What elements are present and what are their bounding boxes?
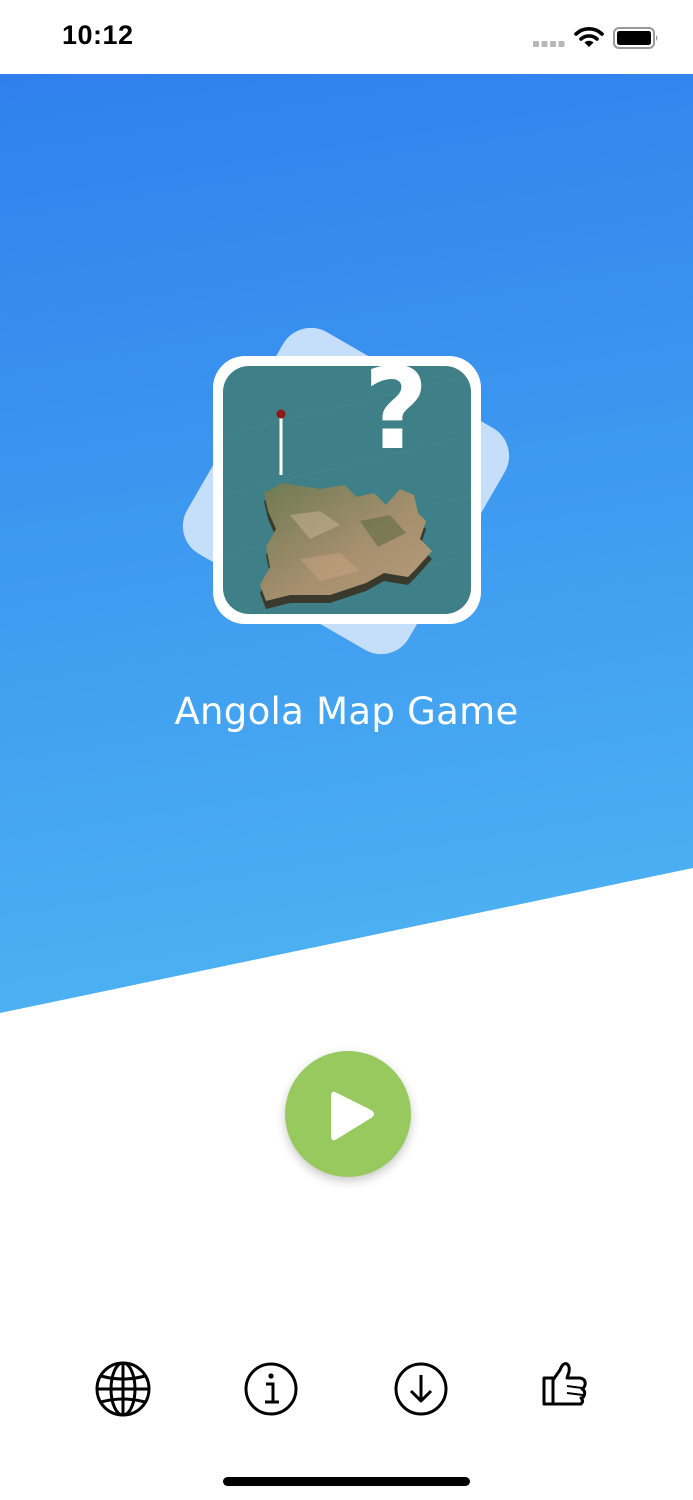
app-icon: ? xyxy=(182,327,510,655)
rate-button[interactable] xyxy=(536,1358,596,1418)
language-button[interactable] xyxy=(93,1358,153,1418)
main-screen: 10:12 ? Angola Map Game xyxy=(0,0,693,1500)
globe-icon xyxy=(95,1361,151,1417)
home-indicator[interactable] xyxy=(223,1477,470,1486)
info-button[interactable] xyxy=(242,1358,302,1418)
play-button[interactable] xyxy=(285,1051,411,1177)
cellular-signal-icon xyxy=(533,41,565,47)
app-title: Angola Map Game xyxy=(174,690,519,733)
download-icon xyxy=(394,1362,448,1416)
play-icon xyxy=(331,1091,374,1141)
status-time: 10:12 xyxy=(62,20,134,50)
info-icon xyxy=(244,1362,298,1416)
battery-icon xyxy=(613,27,658,49)
status-bar: 10:12 xyxy=(0,0,693,74)
question-mark-glyph: ? xyxy=(364,345,429,475)
thumbs-up-icon xyxy=(542,1362,587,1406)
wifi-icon xyxy=(574,27,604,47)
download-button[interactable] xyxy=(391,1358,451,1418)
